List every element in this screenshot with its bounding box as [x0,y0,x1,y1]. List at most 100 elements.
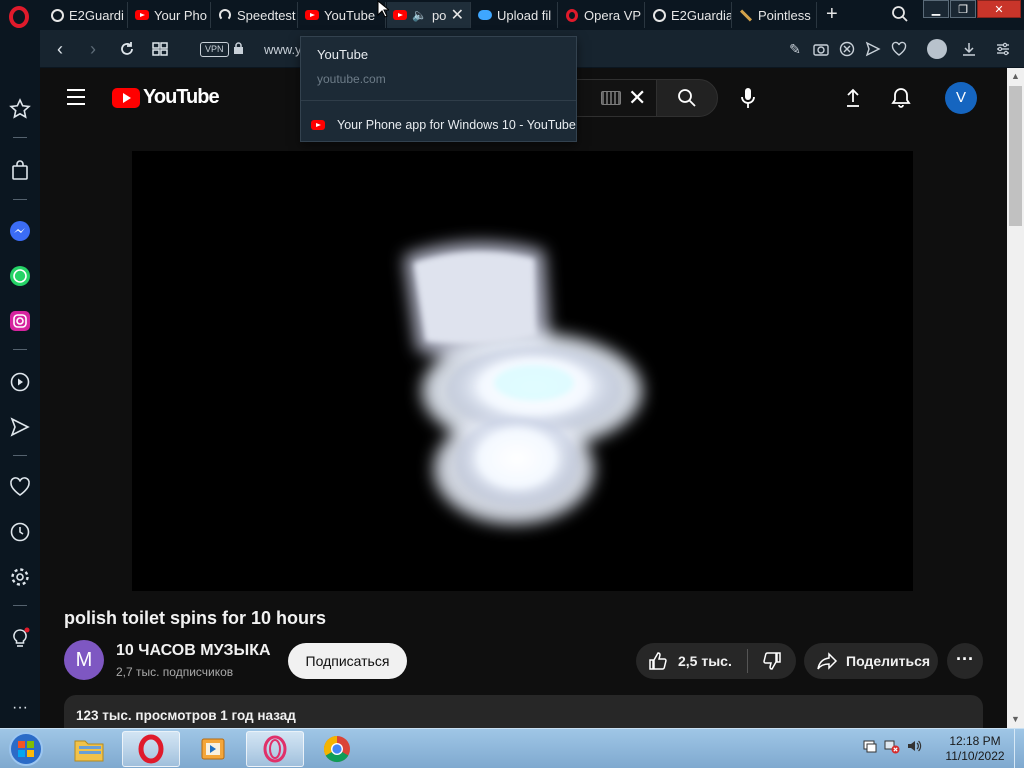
close-tab-icon[interactable]: ✕ [451,5,464,25]
lock-icon[interactable] [233,42,244,54]
easy-setup-icon[interactable] [995,41,1011,57]
volume-icon[interactable] [906,738,922,754]
youtube-page: YouTube ✕ V polish toilet spins for 10 h… [40,68,1007,728]
dislike-button[interactable] [748,643,796,679]
sidebar-divider [13,199,27,200]
tab-your-phone[interactable]: Your Pho [129,2,211,28]
subscribe-button[interactable]: Подписаться [288,643,407,679]
share-button[interactable]: Поделиться [804,643,938,679]
edit-icon[interactable]: ✎ [787,41,803,57]
settings-icon[interactable] [9,566,31,588]
show-desktop-button[interactable] [1014,729,1024,768]
clock-time: 12:18 PM [949,734,1001,748]
whatsapp-icon[interactable] [9,265,31,287]
shopping-bag-icon[interactable] [9,159,31,181]
network-disconnected-icon[interactable] [884,738,900,754]
tab-label: Opera VP [584,7,642,23]
folder-icon [74,740,104,762]
taskbar-media-player[interactable] [184,731,242,767]
forward-icon[interactable]: › [83,39,103,59]
action-center-icon[interactable] [862,738,878,754]
youtube-icon [393,8,407,22]
tab-upload-file[interactable]: Upload fil [472,2,558,28]
tab-hover-preview[interactable]: YouTube youtube.com Your Phone app for W… [300,36,577,142]
youtube-logo-icon [112,87,140,108]
video-player[interactable] [132,151,913,591]
send-icon[interactable] [9,416,31,438]
like-button[interactable]: 2,5 тыс. [636,643,748,679]
upload-icon[interactable] [841,86,865,110]
tab-e2guardian-2[interactable]: E2Guardia [646,2,732,28]
back-icon[interactable]: ‹ [50,39,70,59]
tab-e2guardian-1[interactable]: E2Guardi [44,2,128,28]
heart-icon[interactable] [9,476,31,498]
more-actions-button[interactable]: ··· [947,643,983,679]
speedtest-icon [218,8,232,22]
reload-icon[interactable] [117,39,137,59]
tab-youtube[interactable]: YouTube [299,2,386,28]
youtube-icon [311,118,325,132]
history-icon[interactable] [9,521,31,543]
tab-speedtest[interactable]: Speedtest [212,2,298,28]
subscriber-count: 2,7 тыс. подписчиков [116,665,234,679]
scroll-down-arrow-icon[interactable]: ▼ [1007,711,1024,728]
account-avatar[interactable]: V [945,82,977,114]
instagram-icon[interactable] [9,310,31,332]
taskbar-opera[interactable] [122,731,180,767]
taskbar-opera-gx[interactable] [246,731,304,767]
sidebar-divider [13,137,27,138]
search-button[interactable] [656,79,718,117]
channel-name[interactable]: 10 ЧАСОВ МУЗЫКА [116,642,271,660]
sidebar-more-icon[interactable]: ··· [9,697,31,719]
page-scrollbar[interactable]: ▲ ▼ [1007,68,1024,728]
media-player-icon [201,738,225,760]
menu-icon[interactable] [67,89,85,105]
opera-icon [138,734,164,764]
send-icon[interactable] [865,41,881,57]
maximize-button[interactable]: ❐ [950,0,976,18]
camera-icon[interactable] [813,41,829,57]
tiles-icon[interactable] [150,39,170,59]
thumbs-down-icon [763,652,781,670]
channel-avatar[interactable]: M [64,640,104,680]
close-window-button[interactable]: ✕ [977,0,1021,18]
tab-pointless[interactable]: Pointless [733,2,817,28]
tab-preview-item[interactable]: Your Phone app for Windows 10 - YouTube [311,118,576,132]
sidebar-divider [13,605,27,606]
description-box[interactable]: 123 тыс. просмотров 1 год назад [64,695,983,728]
minimize-button[interactable]: ▁ [923,0,949,18]
tab-polish-toilet[interactable]: 🔈 po ✕ [387,2,471,28]
clear-search-icon[interactable]: ✕ [628,86,646,110]
opera-menu-icon[interactable] [8,6,30,28]
vpn-badge[interactable]: VPN [200,42,229,57]
sidebar-divider [13,455,27,456]
bell-icon[interactable] [889,86,913,110]
share-label: Поделиться [846,653,931,669]
star-icon[interactable] [9,98,31,120]
voice-search-button[interactable] [729,79,767,117]
download-icon[interactable] [961,41,977,57]
tab-opera-vpn[interactable]: Opera VP [559,2,645,28]
url-field[interactable]: www.y [264,42,302,57]
video-title: polish toilet spins for 10 hours [64,608,327,628]
messenger-icon[interactable] [9,220,31,242]
taskbar-chrome[interactable] [308,731,366,767]
tab-label: E2Guardi [69,7,124,23]
new-tab-button[interactable]: + [826,4,838,24]
keyboard-icon[interactable] [601,91,621,105]
youtube-logo[interactable]: YouTube [112,86,220,109]
video-frame [132,151,913,591]
scroll-up-arrow-icon[interactable]: ▲ [1007,68,1024,85]
profile-icon[interactable] [927,39,947,59]
player-icon[interactable] [9,371,31,393]
heart-icon[interactable] [891,41,907,57]
lightbulb-icon[interactable] [9,627,31,649]
ad-block-icon[interactable] [839,41,855,57]
taskbar-clock[interactable]: 12:18 PM 11/10/2022 [942,734,1008,764]
speaker-icon[interactable]: 🔈 [412,8,427,22]
scrollbar-thumb[interactable] [1009,86,1022,226]
windows-start-button[interactable] [4,730,48,768]
search-tabs-icon[interactable] [891,5,909,23]
taskbar-explorer[interactable] [60,731,118,767]
system-tray [862,738,922,754]
